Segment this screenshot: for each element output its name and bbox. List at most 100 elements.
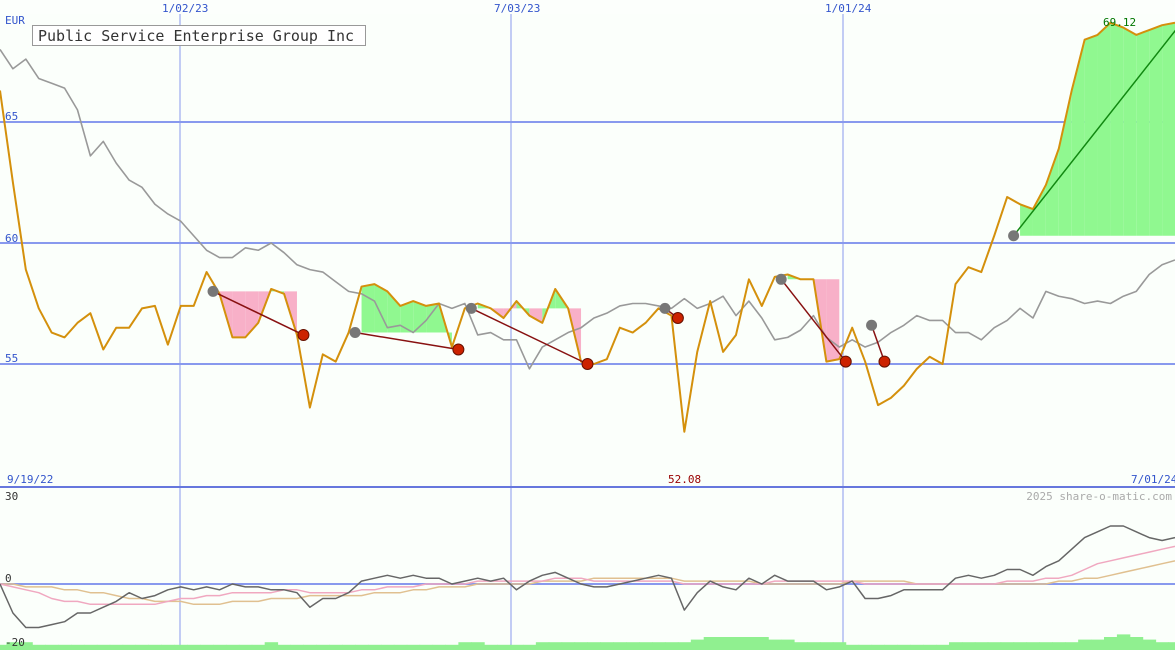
volume-bar-67 bbox=[858, 644, 873, 650]
volume-bar-69 bbox=[884, 644, 898, 650]
volume-bar-58 bbox=[742, 637, 756, 650]
volume-bar-28 bbox=[355, 644, 369, 650]
oscillator-panel-bg bbox=[0, 489, 1175, 650]
volume-bar-75 bbox=[961, 642, 976, 650]
price-panel-bg bbox=[0, 14, 1175, 487]
volume-bar-13 bbox=[161, 644, 175, 650]
signal-fill-6-84 bbox=[1084, 34, 1098, 236]
signal-fill-0-18 bbox=[232, 291, 246, 338]
volume-bar-32 bbox=[406, 644, 421, 650]
volume-bar-10 bbox=[122, 644, 137, 650]
volume-bar-43 bbox=[548, 642, 563, 650]
x-end-label: 7/01/24 bbox=[1131, 473, 1175, 486]
y-tick-label-55: 55 bbox=[5, 352, 18, 365]
volume-bar-18 bbox=[225, 644, 240, 650]
volume-bar-42 bbox=[535, 642, 550, 650]
volume-bar-54 bbox=[690, 639, 705, 650]
volume-bar-89 bbox=[1142, 639, 1157, 650]
volume-bar-90 bbox=[1155, 642, 1170, 650]
signal-fill-6-89 bbox=[1149, 25, 1163, 236]
osc-tick-label-neg20: -20 bbox=[5, 636, 25, 649]
volume-bar-9 bbox=[109, 644, 124, 650]
volume-bar-86 bbox=[1103, 637, 1118, 650]
signal-exit-marker-3 bbox=[671, 312, 684, 325]
volume-bar-57 bbox=[729, 637, 743, 650]
volume-bar-80 bbox=[1026, 642, 1040, 650]
signal-exit-marker-5 bbox=[878, 355, 891, 368]
signal-fill-6-90 bbox=[1162, 22, 1175, 236]
volume-bar-76 bbox=[974, 642, 989, 650]
min-value-label: 52.08 bbox=[668, 473, 701, 486]
signal-fill-6-88 bbox=[1136, 30, 1150, 236]
volume-bar-12 bbox=[148, 644, 162, 650]
signal-fill-1-28 bbox=[361, 284, 375, 333]
volume-bar-17 bbox=[213, 644, 227, 650]
volume-bar-5 bbox=[58, 644, 72, 650]
volume-bar-81 bbox=[1039, 642, 1053, 650]
volume-bar-11 bbox=[135, 644, 149, 650]
price-chart-svg: EUR 1/02/23 7/03/23 1/01/24 65 60 55 9/1… bbox=[0, 2, 1175, 650]
volume-bar-78 bbox=[1000, 642, 1015, 650]
volume-bar-41 bbox=[522, 644, 537, 650]
volume-bar-45 bbox=[574, 642, 588, 650]
volume-bar-79 bbox=[1013, 642, 1028, 650]
volume-bar-50 bbox=[639, 642, 653, 650]
volume-bar-24 bbox=[303, 644, 317, 650]
volume-bar-49 bbox=[626, 642, 640, 650]
volume-bar-46 bbox=[587, 642, 601, 650]
volume-bar-31 bbox=[393, 644, 408, 650]
volume-bar-14 bbox=[174, 644, 188, 650]
volume-bar-6 bbox=[71, 644, 85, 650]
signal-entry-marker-1 bbox=[349, 327, 361, 339]
osc-tick-label-0: 0 bbox=[5, 572, 12, 585]
volume-bar-66 bbox=[845, 644, 860, 650]
signal-fill-4-64 bbox=[826, 279, 840, 362]
signal-exit-marker-2 bbox=[581, 358, 594, 370]
volume-bar-85 bbox=[1091, 639, 1105, 650]
volume-bar-22 bbox=[277, 644, 292, 650]
volume-bar-34 bbox=[432, 644, 446, 650]
x-start-label: 9/19/22 bbox=[7, 473, 53, 486]
volume-bar-29 bbox=[367, 644, 382, 650]
volume-bar-26 bbox=[329, 644, 343, 650]
volume-bar-55 bbox=[703, 637, 718, 650]
volume-bar-91 bbox=[1168, 642, 1175, 650]
volume-bar-71 bbox=[910, 644, 924, 650]
volume-bar-16 bbox=[200, 644, 214, 650]
y-tick-label-60: 60 bbox=[5, 232, 18, 245]
signal-entry-marker-2 bbox=[465, 302, 477, 314]
volume-bar-51 bbox=[652, 642, 666, 650]
volume-bar-72 bbox=[923, 644, 937, 650]
volume-bar-62 bbox=[794, 642, 808, 650]
volume-bar-35 bbox=[445, 644, 459, 650]
volume-bar-52 bbox=[664, 642, 679, 650]
volume-bar-63 bbox=[807, 642, 821, 650]
volume-bar-87 bbox=[1116, 634, 1131, 650]
volume-bar-20 bbox=[251, 644, 266, 650]
osc-tick-label-30: 30 bbox=[5, 490, 18, 503]
signal-fill-6-86 bbox=[1110, 22, 1124, 236]
volume-bar-77 bbox=[987, 642, 1002, 650]
signal-entry-marker-0 bbox=[207, 285, 219, 297]
volume-bar-36 bbox=[458, 642, 472, 650]
volume-bar-8 bbox=[96, 644, 111, 650]
volume-bar-56 bbox=[716, 637, 731, 650]
signal-exit-marker-4 bbox=[839, 355, 852, 368]
chart-canvas: EUR 1/02/23 7/03/23 1/01/24 65 60 55 9/1… bbox=[0, 0, 1175, 650]
volume-bar-84 bbox=[1078, 639, 1092, 650]
volume-bar-73 bbox=[936, 644, 950, 650]
volume-bar-53 bbox=[677, 642, 692, 650]
signal-entry-marker-6 bbox=[1008, 230, 1020, 242]
volume-bar-23 bbox=[290, 644, 304, 650]
volume-bar-47 bbox=[600, 642, 614, 650]
volume-bar-27 bbox=[342, 644, 356, 650]
volume-bar-64 bbox=[819, 642, 834, 650]
volume-bar-3 bbox=[32, 644, 46, 650]
signal-exit-marker-0 bbox=[297, 328, 310, 341]
volume-bar-39 bbox=[497, 644, 511, 650]
volume-bar-21 bbox=[264, 642, 279, 650]
chart-title: Public Service Enterprise Group Inc bbox=[32, 25, 366, 46]
x-top-label-2: 1/01/24 bbox=[825, 2, 872, 15]
volume-bar-38 bbox=[484, 644, 498, 650]
volume-bar-37 bbox=[471, 642, 485, 650]
